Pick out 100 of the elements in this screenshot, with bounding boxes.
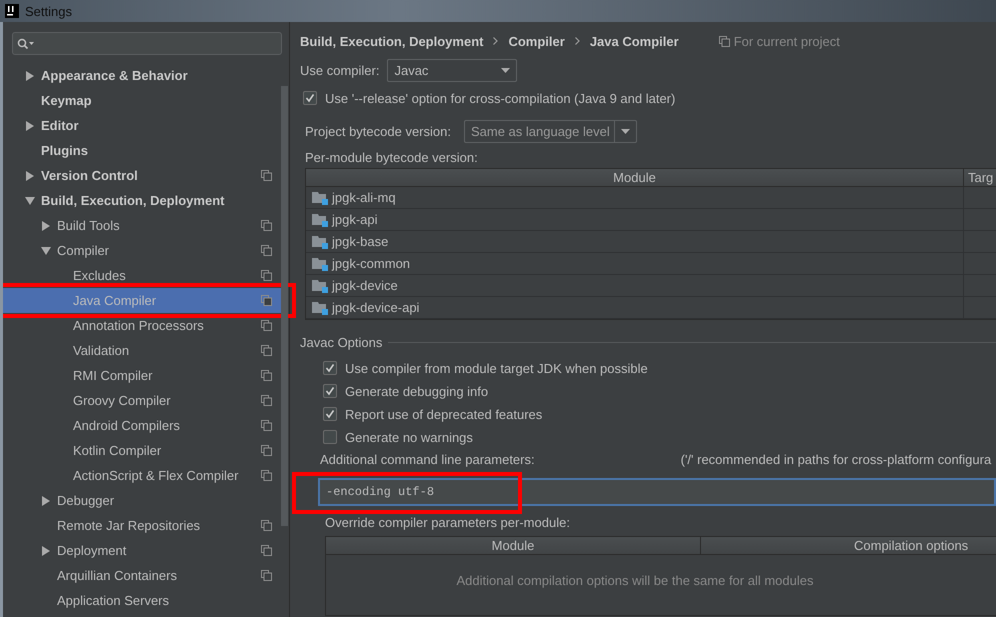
tree-item-label: Remote Jar Repositories: [57, 518, 202, 533]
collapsed-arrow-icon[interactable]: [25, 70, 35, 80]
tree-item[interactable]: Version Control: [3, 163, 281, 188]
tree-item-label: Appearance & Behavior: [41, 68, 189, 83]
tree-item-label: Android Compilers: [73, 418, 181, 433]
project-scope-icon: [261, 545, 272, 556]
project-scope-icon: [261, 245, 272, 256]
collapsed-arrow-icon[interactable]: [25, 170, 35, 180]
tree-item[interactable]: Validation: [3, 338, 281, 363]
folder-icon: [312, 278, 328, 292]
tree-item[interactable]: Groovy Compiler: [3, 388, 281, 413]
tree-item[interactable]: Android Compilers: [3, 413, 281, 438]
tree-item[interactable]: Build, Execution, Deployment: [3, 188, 281, 213]
field-label: Per-module bytecode version:: [305, 150, 478, 164]
project-scope-icon: [261, 570, 272, 581]
tree-item-label: Application Servers: [57, 593, 170, 608]
folder-icon: [312, 190, 328, 204]
chevron-icon: [493, 37, 498, 45]
project-scope-icon: [261, 270, 272, 281]
tree-item[interactable]: Compiler: [3, 238, 281, 263]
tree-item[interactable]: Excludes: [3, 263, 281, 288]
tree-item-label: Groovy Compiler: [73, 393, 172, 408]
tree-item-label: RMI Compiler: [73, 368, 154, 383]
field-label: Project bytecode version:: [305, 124, 451, 138]
search-field[interactable]: [12, 32, 282, 55]
tree-item-label: Editor: [41, 118, 80, 133]
breadcrumb-item: Java Compiler: [590, 34, 679, 48]
collapsed-arrow-icon[interactable]: [41, 496, 51, 506]
expanded-arrow-icon[interactable]: [41, 246, 51, 256]
tree-item-label: Build Tools: [57, 218, 121, 233]
folder-icon: [312, 300, 328, 314]
tree-item[interactable]: RMI Compiler: [3, 363, 281, 388]
column-header[interactable]: Module: [306, 169, 964, 186]
project-scope-icon: [261, 320, 272, 331]
project-scope-icon: [261, 520, 272, 531]
project-scope-icon: [261, 345, 272, 356]
field-label: Use compiler:: [300, 62, 380, 78]
checkbox-label: Generate no warnings: [345, 430, 473, 444]
checkbox[interactable]: [323, 384, 337, 398]
tree-item[interactable]: Application Servers: [3, 588, 281, 613]
tree-item[interactable]: Debugger: [3, 488, 281, 513]
project-scope-icon: [261, 470, 272, 481]
checkbox-label: Report use of deprecated features: [345, 406, 542, 422]
table-cell: jpgk-common: [306, 253, 964, 274]
search-icon: [17, 38, 35, 50]
tree-item-label: Debugger: [57, 493, 116, 508]
window-title: Settings: [25, 4, 72, 18]
tree-item-label: Compiler: [57, 243, 110, 258]
checkbox-label: Use '--release' option for cross-compilation (Java 9 and later): [325, 90, 676, 106]
tree-item[interactable]: Annotation Processors: [3, 313, 281, 338]
tree-item[interactable]: Build Tools: [3, 213, 281, 238]
scrollbar-thumb[interactable]: [281, 86, 288, 526]
empty-message: Additional compilation options will be the same for all modules: [456, 573, 814, 590]
checkbox[interactable]: [323, 361, 337, 375]
project-scope-icon: [261, 370, 272, 381]
checkbox[interactable]: [323, 407, 337, 421]
hint-text: ('/' recommended in paths for cross-platform configura: [680, 452, 992, 466]
tree-item-label: Arquillian Containers: [57, 568, 178, 583]
checkbox[interactable]: [323, 430, 337, 444]
field-label: Additional command line parameters:: [320, 452, 535, 466]
checkbox[interactable]: [303, 91, 317, 105]
bytecode-dropdown[interactable]: Same as language level: [464, 120, 637, 142]
chevron-icon: [574, 37, 580, 45]
tree-item-label: Plugins: [41, 143, 89, 158]
breadcrumb-item: Compiler: [508, 34, 565, 48]
collapsed-arrow-icon[interactable]: [41, 546, 51, 556]
tree-item[interactable]: Remote Jar Repositories: [3, 513, 281, 538]
caret-icon: [620, 128, 630, 134]
table-cell: jpgk-base: [306, 231, 964, 252]
project-scope-icon: [261, 220, 272, 231]
project-scope-icon: [261, 395, 272, 406]
tree-item[interactable]: ActionScript & Flex Compiler: [3, 463, 281, 488]
compiler-dropdown[interactable]: Javac: [387, 58, 518, 82]
column-header[interactable]: Targ: [964, 169, 996, 186]
tree-item-label: Java Compiler: [73, 293, 158, 308]
section-title: Javac Options: [300, 334, 382, 350]
tree-item[interactable]: Keymap: [3, 88, 281, 113]
expanded-arrow-icon[interactable]: [25, 196, 35, 206]
tree-item[interactable]: Arquillian Containers: [3, 563, 281, 588]
project-scope-icon: [261, 170, 272, 181]
tree-item-label: Excludes: [73, 268, 127, 283]
tree-item[interactable]: Deployment: [3, 538, 281, 563]
tree-item-label: Build, Execution, Deployment: [41, 193, 226, 208]
column-header[interactable]: Compilation options: [701, 537, 996, 554]
table-cell: jpgk-device-api: [306, 297, 964, 318]
tree-item[interactable]: Appearance & Behavior: [3, 63, 281, 88]
tree-item-label: Version Control: [41, 168, 139, 183]
table-cell: jpgk-api: [306, 209, 964, 230]
tree-item-label: Validation: [73, 343, 130, 358]
caret-icon: [500, 68, 510, 72]
folder-icon: [312, 234, 328, 248]
project-scope-icon: [261, 295, 272, 306]
collapsed-arrow-icon[interactable]: [41, 220, 51, 230]
parameters-field[interactable]: -encoding utf-8: [318, 478, 996, 506]
collapsed-arrow-icon[interactable]: [25, 120, 35, 130]
column-header[interactable]: Module: [326, 537, 701, 554]
tree-item[interactable]: Plugins: [3, 138, 281, 163]
tree-item[interactable]: Editor: [3, 113, 281, 138]
breadcrumb-item: Build, Execution, Deployment: [300, 34, 484, 48]
tree-item[interactable]: Kotlin Compiler: [3, 438, 281, 463]
